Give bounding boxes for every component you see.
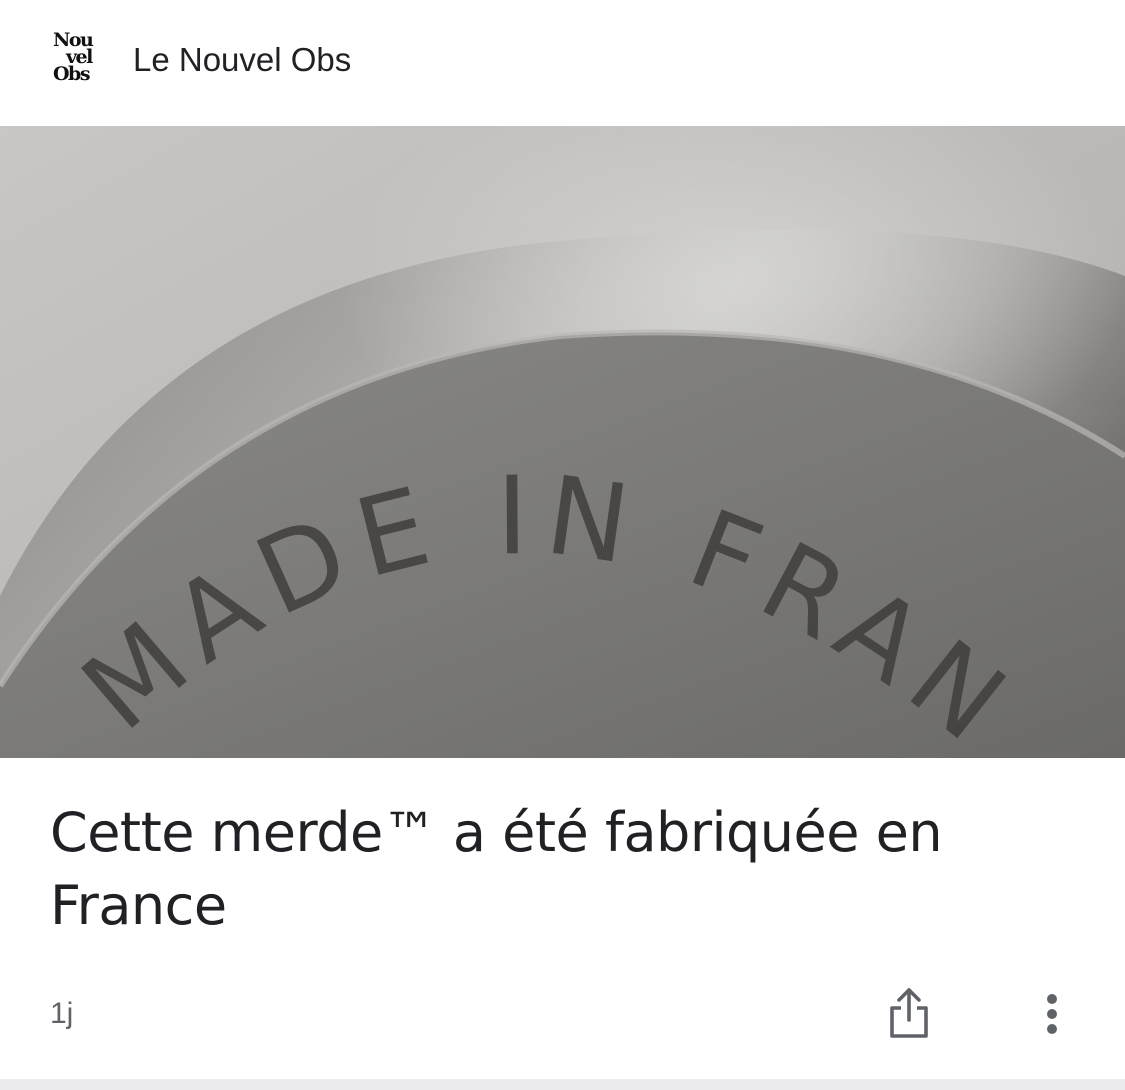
card-divider [0,1079,1125,1090]
article-age: 1j [50,997,74,1030]
share-icon [890,988,928,1038]
hero-image-graphic: MADE IN FRANCE [0,126,1125,758]
publisher-logo[interactable]: Nou vel Obs [53,31,111,90]
share-button[interactable] [884,984,934,1044]
more-vert-icon [1047,994,1057,1034]
article-card-header: Nou vel Obs Le Nouvel Obs [0,0,1125,126]
logo-text-line-3: Obs [53,63,91,85]
publisher-name[interactable]: Le Nouvel Obs [133,40,351,80]
article-hero-image[interactable]: MADE IN FRANCE [0,126,1125,758]
article-headline[interactable]: Cette merde™ a été fabriquée en France [50,796,1080,942]
more-options-button[interactable] [1032,990,1072,1040]
